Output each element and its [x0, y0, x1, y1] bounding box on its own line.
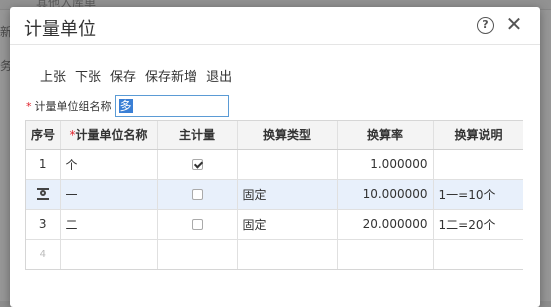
save-button[interactable]: 保存	[110, 66, 136, 85]
conversion-description-cell: 1一=10个	[433, 179, 523, 210]
row-settings-icon[interactable]	[36, 187, 50, 201]
main-unit-checkbox[interactable]	[191, 219, 203, 230]
main-unit-cell	[157, 149, 238, 180]
main-unit-cell	[157, 239, 238, 269]
col-header-index[interactable]: 序号	[26, 121, 61, 150]
conversion-type-cell[interactable]: 固定	[237, 209, 338, 240]
prev-record-button[interactable]: 上张	[40, 66, 66, 85]
conversion-rate-cell[interactable]: 20.000000	[337, 209, 434, 240]
unit-dialog: 计量单位 ? ✕ 上张 下张 保存 保存新增 退出 * 计量单位组名称 多 序号…	[10, 7, 540, 307]
col-header-conversion-type[interactable]: 换算类型	[237, 121, 338, 150]
table-row[interactable]: 3 二 固定 20.000000 1二=20个	[26, 209, 523, 240]
unit-name-cell[interactable]: 个	[60, 149, 158, 180]
grid-header-row: 序号 *计量单位名称 主计量 换算类型 换算率 换算说明	[26, 121, 523, 150]
main-unit-checkbox[interactable]	[191, 159, 203, 170]
row-index: 4	[26, 239, 61, 269]
group-name-value: 多	[118, 99, 133, 113]
col-header-conversion-description[interactable]: 换算说明	[433, 121, 523, 150]
unit-name-cell[interactable]: 二	[60, 209, 158, 240]
col-header-unit-name[interactable]: *计量单位名称	[60, 121, 158, 150]
help-icon[interactable]: ?	[477, 17, 494, 34]
toolbar: 上张 下张 保存 保存新增 退出	[40, 66, 232, 85]
table-row[interactable]: 一 固定 10.000000 1一=10个	[26, 179, 523, 210]
close-icon[interactable]: ✕	[504, 13, 524, 35]
title-divider	[10, 44, 540, 45]
exit-button[interactable]: 退出	[206, 66, 232, 85]
table-row[interactable]: 4	[26, 239, 523, 269]
unit-name-cell[interactable]: 一	[60, 179, 158, 210]
unit-grid: 序号 *计量单位名称 主计量 换算类型 换算率 换算说明 1 个 1.00000…	[25, 120, 523, 270]
group-name-input[interactable]: 多	[114, 95, 229, 117]
col-header-conversion-rate[interactable]: 换算率	[337, 121, 434, 150]
table-row[interactable]: 1 个 1.000000	[26, 149, 523, 180]
conversion-type-cell[interactable]	[237, 149, 338, 180]
main-unit-checkbox[interactable]	[191, 189, 203, 200]
unit-name-cell[interactable]	[60, 239, 158, 269]
conversion-description-cell	[433, 149, 523, 180]
conversion-rate-cell[interactable]	[337, 239, 434, 269]
main-unit-cell	[157, 179, 238, 210]
col-header-unit-name-label: 计量单位名称	[75, 128, 148, 143]
conversion-rate-cell[interactable]: 1.000000	[337, 149, 434, 180]
conversion-description-cell: 1二=20个	[433, 209, 523, 240]
dialog-title: 计量单位	[24, 19, 96, 40]
main-unit-cell	[157, 209, 238, 240]
required-mark: *	[26, 99, 32, 113]
row-index: 3	[26, 209, 61, 240]
conversion-description-cell	[433, 239, 523, 269]
conversion-rate-cell[interactable]: 10.000000	[337, 179, 434, 210]
row-index: 1	[26, 149, 61, 180]
save-and-new-button[interactable]: 保存新增	[145, 66, 197, 85]
col-header-main-unit[interactable]: 主计量	[157, 121, 238, 150]
next-record-button[interactable]: 下张	[75, 66, 101, 85]
conversion-type-cell[interactable]: 固定	[237, 179, 338, 210]
group-name-label: 计量单位组名称	[34, 100, 112, 113]
row-index	[26, 179, 61, 210]
group-name-field-row: * 计量单位组名称 多	[26, 95, 229, 117]
conversion-type-cell[interactable]	[237, 239, 338, 269]
